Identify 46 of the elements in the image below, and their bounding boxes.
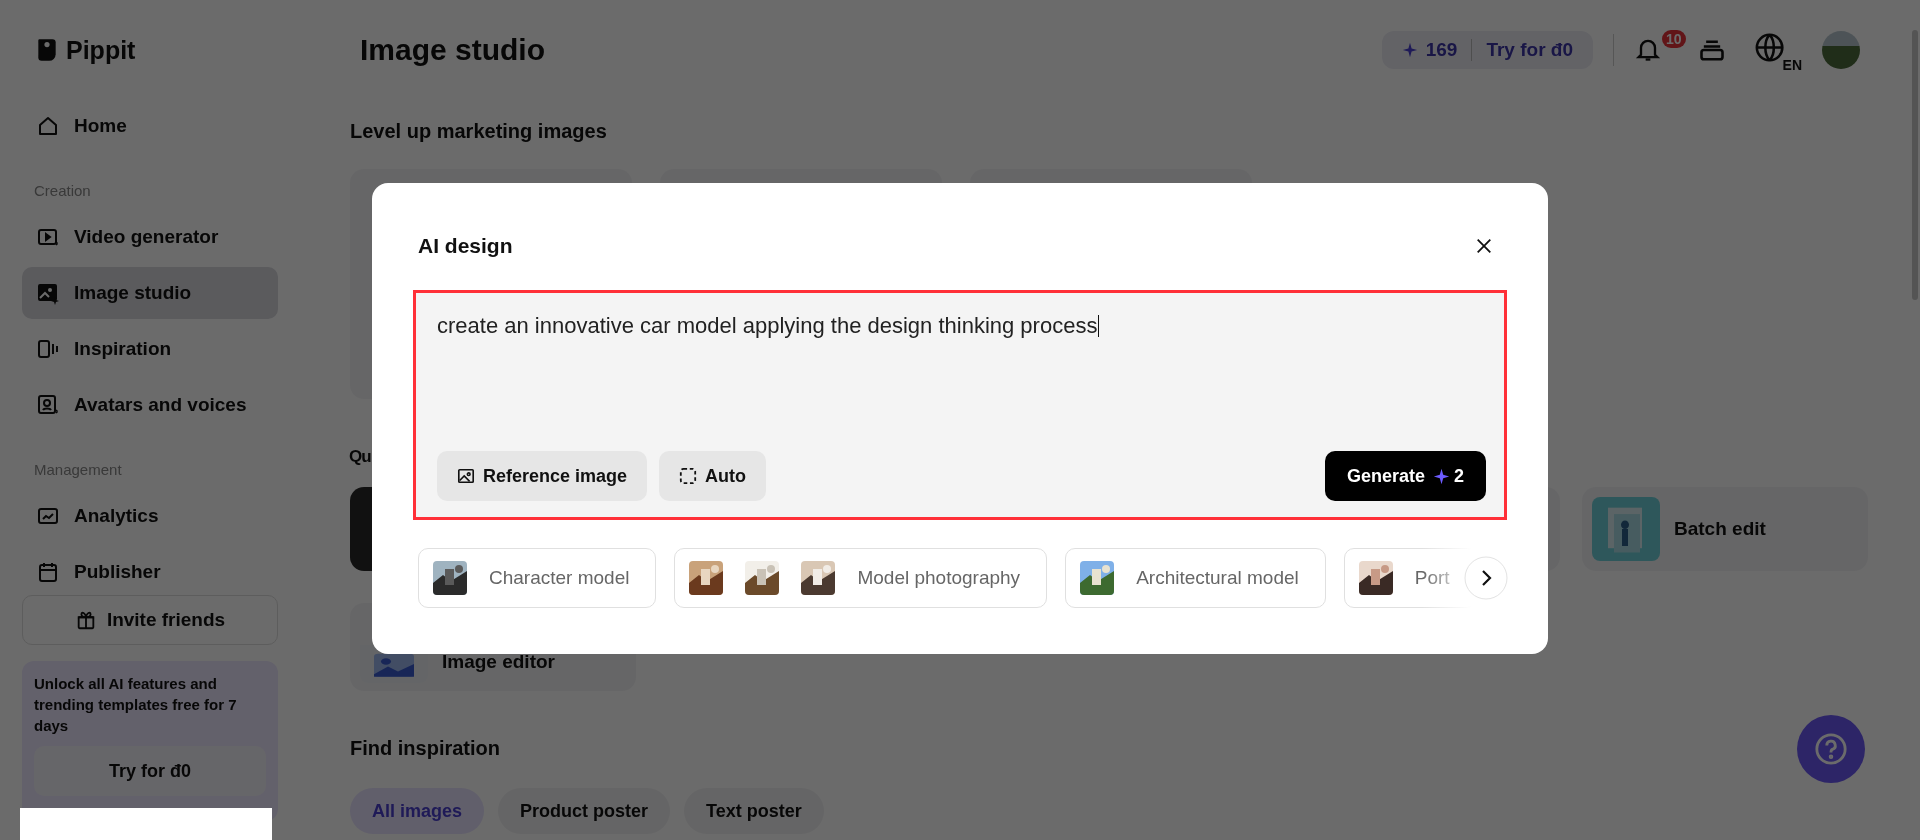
style-chip[interactable]: Model photography [674,548,1048,608]
filter-tab[interactable]: Product poster [498,788,671,834]
invite-button[interactable]: Invite friends [22,595,278,645]
credits-count: 169 [1425,39,1458,61]
sparkle-icon [1433,467,1450,485]
filter-tab[interactable]: Text poster [684,788,824,834]
brand-name: Pippit [66,35,136,65]
help-icon [1814,732,1848,766]
sidebar-item[interactable]: Avatars and voices [22,379,278,431]
section-heading: Level up marketing images [350,120,607,143]
home-icon [36,114,60,138]
logo-icon [36,37,58,63]
page-title: Image studio [360,33,547,67]
image-icon [36,281,60,305]
prompt-field[interactable]: create an innovative car model applying the design thinking process Reference image Auto Generate 2 [413,290,1507,520]
image-icon [457,467,475,485]
calendar-icon [36,560,60,584]
filter-tab[interactable]: All images [350,788,485,834]
tool-card[interactable]: Batch edit [1582,487,1868,571]
avatar[interactable] [1822,31,1860,69]
dashed-square-icon [679,467,698,485]
next-button[interactable] [1464,556,1508,600]
section-heading: Find inspiration [350,737,500,760]
credits-pill[interactable]: 169 Try for đ0 [1381,31,1593,69]
sidebar-item[interactable]: Inspiration [22,323,278,375]
person-icon [36,393,60,417]
sidebar-item[interactable]: Video generator [22,211,278,263]
sidebar-item[interactable]: Analytics [22,490,278,542]
promo-text: Unlock all AI features and trending templates free for 7 days [34,674,238,736]
trial-link[interactable]: Try for đ0 [1486,39,1573,61]
dialog-title: AI design [418,233,513,258]
style-chip[interactable]: Character model [418,548,657,608]
trial-button[interactable]: Try for đ0 [34,746,266,796]
reference-image-button[interactable]: Reference image [437,451,648,501]
notification-badge: 10 [1662,30,1686,48]
card-title: Batch edit [1674,518,1766,540]
auto-button[interactable]: Auto [659,451,767,501]
sidebar-item[interactable]: Publisher [22,546,278,598]
sidebar-item[interactable]: Image studio [22,267,278,319]
style-chip[interactable]: Architectural model [1065,548,1326,608]
sidebar-item[interactable]: Home [22,100,278,152]
phone-icon [36,337,60,361]
card-title: Image editor [442,651,555,673]
close-icon[interactable] [1475,236,1493,255]
generate-button[interactable]: Generate 2 [1324,451,1486,501]
section-heading: Qu [349,447,371,467]
